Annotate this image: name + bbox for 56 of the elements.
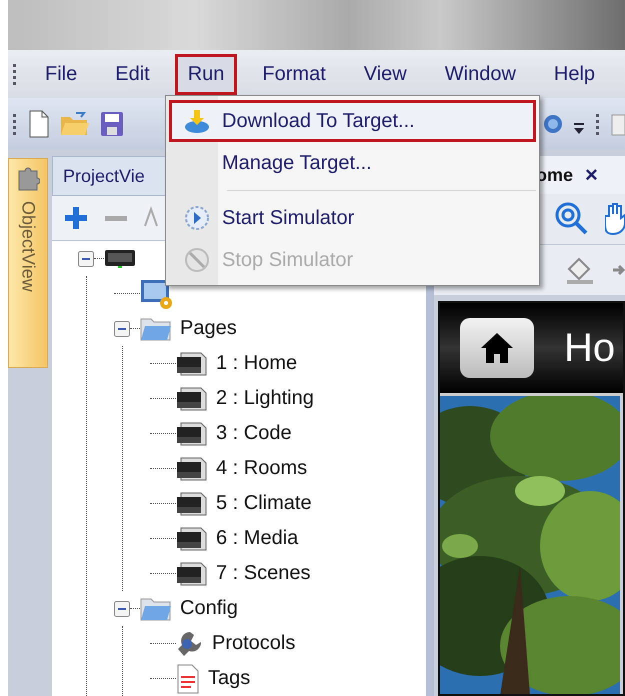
expand-toggle[interactable] — [114, 320, 130, 336]
grip-handle[interactable] — [12, 62, 18, 86]
page-icon — [176, 420, 208, 446]
monitor-gear-icon — [140, 278, 174, 310]
wrench-icon — [176, 630, 204, 658]
menu-item[interactable]: Help — [540, 54, 608, 94]
expand-toggle[interactable] — [114, 600, 130, 616]
objectview-tab[interactable]: ObjectView — [8, 158, 48, 368]
home-icon — [479, 331, 515, 365]
page-icon — [176, 490, 208, 516]
menu-item[interactable]: Format — [249, 54, 339, 94]
grip-handle[interactable] — [595, 112, 601, 136]
panel-title: ProjectVie — [63, 166, 145, 186]
play-icon — [184, 205, 210, 231]
page-icon — [176, 350, 208, 376]
add-icon[interactable] — [64, 206, 88, 230]
tree-item[interactable]: 6 : Media — [216, 527, 298, 550]
menu-item[interactable]: View — [350, 54, 420, 94]
tree-item[interactable]: 3 : Code — [216, 422, 292, 445]
tree-item[interactable]: Pages — [180, 317, 237, 340]
folder-icon — [140, 316, 172, 342]
paint-bucket-icon[interactable] — [565, 255, 595, 285]
new-document-icon[interactable] — [28, 110, 50, 138]
save-icon[interactable] — [100, 111, 124, 137]
zoom-icon[interactable] — [555, 202, 589, 236]
stop-icon — [184, 247, 210, 273]
menu-item[interactable]: Edit — [102, 54, 163, 94]
page-icon — [176, 386, 208, 412]
page-icon — [176, 526, 208, 552]
menu-item[interactable]: Download To Target... — [169, 100, 536, 142]
download-icon — [184, 108, 210, 134]
tree-item[interactable]: 2 : Lighting — [216, 387, 314, 410]
close-icon[interactable]: × — [585, 162, 598, 188]
tree-item[interactable]: 7 : Scenes — [216, 562, 311, 585]
hand-icon[interactable] — [605, 202, 625, 236]
puzzle-icon — [16, 165, 40, 191]
menu-item[interactable]: Manage Target... — [169, 142, 536, 184]
menu-item[interactable]: Run — [174, 54, 238, 94]
menu-item[interactable]: Start Simulator — [169, 197, 536, 239]
tree-item[interactable]: Config — [180, 597, 238, 620]
preview-title: Ho — [564, 326, 616, 370]
tree-item[interactable]: 5 : Climate — [216, 492, 312, 515]
page-icon — [176, 456, 208, 482]
tree-item[interactable]: 1 : Home — [216, 352, 298, 375]
tags-document-icon — [176, 664, 200, 694]
expand-toggle[interactable] — [78, 250, 94, 266]
menu-item[interactable]: File — [32, 54, 90, 94]
folder-icon — [140, 596, 172, 622]
tree-item[interactable]: Tags — [208, 667, 250, 690]
page-icon — [176, 560, 208, 586]
tree-item[interactable]: 4 : Rooms — [216, 457, 308, 480]
home-button[interactable] — [460, 318, 534, 378]
menu-item[interactable]: Window — [432, 54, 529, 94]
tree-item[interactable]: Protocols — [212, 632, 296, 655]
open-folder-icon[interactable] — [60, 111, 90, 137]
grip-handle[interactable] — [12, 112, 18, 136]
